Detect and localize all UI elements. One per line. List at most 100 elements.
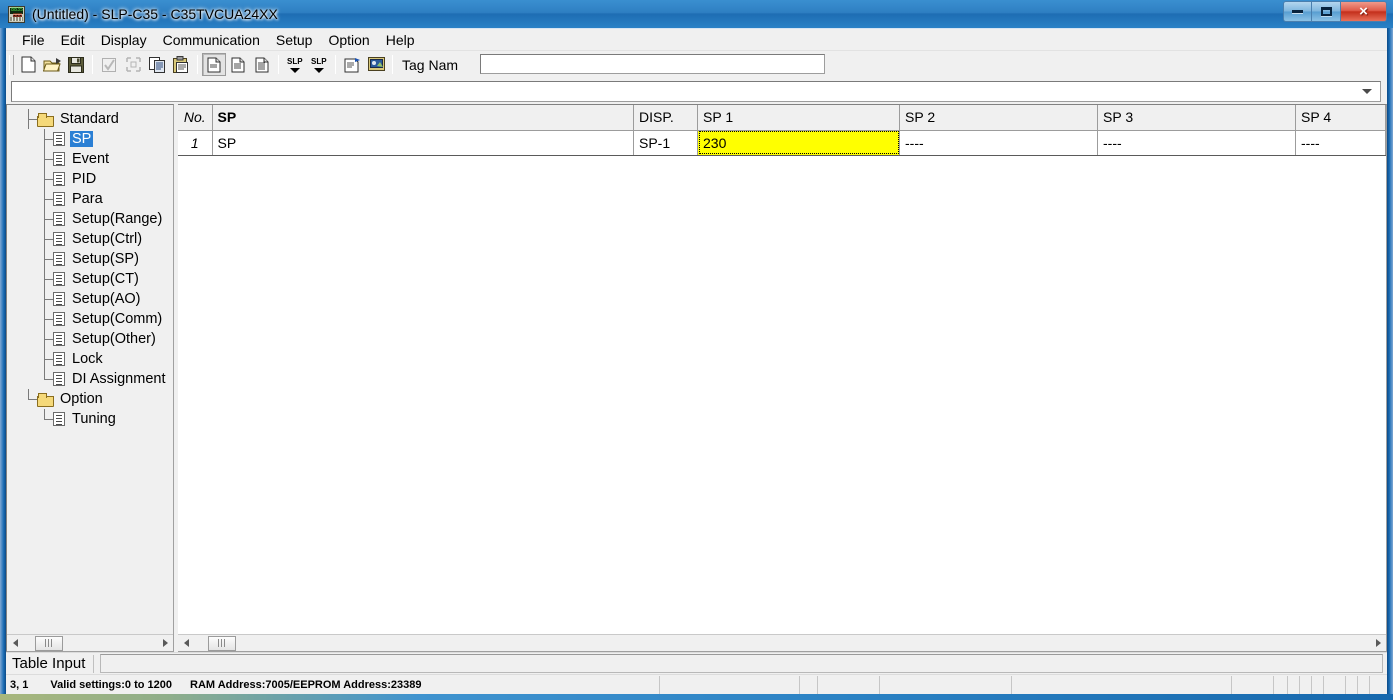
status-pane-8 xyxy=(1287,675,1299,694)
table-header-sp3[interactable]: SP 3 xyxy=(1097,105,1296,131)
document-view-2-button[interactable] xyxy=(226,53,250,76)
table-cell-sp2[interactable]: ---- xyxy=(899,130,1098,156)
table-header-sp1[interactable]: SP 1 xyxy=(697,105,900,131)
slp-upload-button[interactable]: SLP xyxy=(283,53,307,76)
new-file-icon xyxy=(21,56,35,73)
status-message-field xyxy=(100,654,1383,673)
tree-item-standard[interactable]: Standard xyxy=(7,109,173,129)
tree-item-setup-comm[interactable]: Setup(Comm) xyxy=(7,309,173,329)
menu-display[interactable]: Display xyxy=(93,30,155,50)
select-region-button[interactable] xyxy=(121,53,145,76)
minimize-button[interactable] xyxy=(1283,1,1312,22)
menu-communication[interactable]: Communication xyxy=(155,30,268,50)
tree-scroll-right-button[interactable] xyxy=(157,635,173,651)
tree-connector-line xyxy=(21,109,37,129)
close-button[interactable]: × xyxy=(1341,1,1387,22)
tagname-input[interactable] xyxy=(480,54,825,74)
document-icon xyxy=(53,172,65,186)
maximize-button[interactable] xyxy=(1312,1,1341,22)
tree-item-label: PID xyxy=(72,171,97,187)
tree-item-setup-ct[interactable]: Setup(CT) xyxy=(7,269,173,289)
paste-button[interactable] xyxy=(169,53,193,76)
tree-connector-line xyxy=(37,229,53,249)
status-pane-14 xyxy=(1369,675,1387,694)
tree-horizontal-scrollbar[interactable] xyxy=(7,634,173,651)
tree-scroll-thumb[interactable] xyxy=(35,635,63,651)
tree-item-option[interactable]: Option xyxy=(7,389,173,409)
table-horizontal-scrollbar[interactable] xyxy=(178,634,1386,651)
table-row[interactable]: 1 SP SP-1 230 ---- ---- ---- xyxy=(178,129,1386,156)
tree-scroll-track[interactable] xyxy=(23,635,157,651)
status-bar-primary: Table Input xyxy=(6,652,1387,674)
tree-item-tuning[interactable]: Tuning xyxy=(7,409,173,429)
menu-setup[interactable]: Setup xyxy=(268,30,321,50)
tree-item-setup-ctrl[interactable]: Setup(Ctrl) xyxy=(7,229,173,249)
tree-connector-line xyxy=(37,409,53,429)
table-header-sp2[interactable]: SP 2 xyxy=(899,105,1098,131)
tree-item-label: Setup(Ctrl) xyxy=(72,231,143,247)
tree-item-lock[interactable]: Lock xyxy=(7,349,173,369)
status-pane-9 xyxy=(1299,675,1311,694)
table-cell-sp4[interactable]: ---- xyxy=(1295,130,1386,156)
table-scroll-track[interactable] xyxy=(194,635,1370,651)
tree-item-setup-ao[interactable]: Setup(AO) xyxy=(7,289,173,309)
toolbar-grip[interactable] xyxy=(9,54,14,75)
open-file-button[interactable] xyxy=(40,53,64,76)
toolbar-separator-5 xyxy=(392,55,393,74)
tree-item-di-assignment[interactable]: DI Assignment xyxy=(7,369,173,389)
table-header-no[interactable]: No. xyxy=(178,105,213,131)
select-region-icon xyxy=(125,57,141,72)
properties-icon xyxy=(344,57,360,72)
svg-text:SLP: SLP xyxy=(287,57,303,66)
document-icon xyxy=(53,292,65,306)
document-icon xyxy=(53,212,65,226)
table-header-name[interactable]: SP xyxy=(212,105,634,131)
selection-combobox[interactable] xyxy=(11,80,1381,102)
properties-button[interactable] xyxy=(340,53,364,76)
tree-item-pid[interactable]: PID xyxy=(7,169,173,189)
checkmark-icon xyxy=(102,57,116,72)
document-view-3-button[interactable] xyxy=(250,53,274,76)
tree-item-label: Lock xyxy=(72,351,103,367)
tree-item-setup-sp[interactable]: Setup(SP) xyxy=(7,249,173,269)
triangle-right-icon xyxy=(1375,639,1381,647)
table-cell-disp[interactable]: SP-1 xyxy=(633,130,698,156)
tree-item-event[interactable]: Event xyxy=(7,149,173,169)
table-cell-name[interactable]: SP xyxy=(212,130,634,156)
tree-item-para[interactable]: Para xyxy=(7,189,173,209)
data-table-pane: No. SP DISP. SP 1 SP 2 SP 3 SP 4 1 SP SP-1 230 ---… xyxy=(178,104,1387,652)
menu-edit[interactable]: Edit xyxy=(53,30,93,50)
monitor-button[interactable] xyxy=(364,53,388,76)
tree-item-label: Setup(Range) xyxy=(72,211,163,227)
menu-help[interactable]: Help xyxy=(378,30,423,50)
new-file-button[interactable] xyxy=(16,53,40,76)
slp-download-button[interactable]: SLP xyxy=(307,53,331,76)
tree-item-sp[interactable]: SP xyxy=(7,129,173,149)
title-bar[interactable]: (Untitled) - SLP-C35 - C35TVCUA24XX × xyxy=(0,0,1393,28)
status-bar-secondary: 3, 1 Valid settings:0 to 1200 RAM Addres… xyxy=(6,674,1387,694)
table-cell-active-sp1[interactable]: 230 xyxy=(697,129,900,156)
status-valid-settings: Valid settings:0 to 1200 xyxy=(50,678,173,691)
tree-item-label: Standard xyxy=(60,111,119,127)
document-view-1-button[interactable] xyxy=(202,53,226,76)
table-header-disp[interactable]: DISP. xyxy=(633,105,698,131)
menu-option[interactable]: Option xyxy=(320,30,377,50)
tree-item-setup-other[interactable]: Setup(Other) xyxy=(7,329,173,349)
table-cell-no[interactable]: 1 xyxy=(178,130,213,156)
table-header-sp4[interactable]: SP 4 xyxy=(1295,105,1386,131)
window-frame-bottom xyxy=(0,694,1393,700)
tree-scroll-left-button[interactable] xyxy=(7,635,23,651)
slp-download-icon: SLP xyxy=(311,57,327,73)
table-scroll-left-button[interactable] xyxy=(178,635,194,651)
table-scroll-thumb[interactable] xyxy=(208,635,236,651)
tree-connector-line xyxy=(37,209,53,229)
save-file-button[interactable] xyxy=(64,53,88,76)
table-cell-sp3[interactable]: ---- xyxy=(1097,130,1296,156)
table-scroll-right-button[interactable] xyxy=(1370,635,1386,651)
menu-file[interactable]: File xyxy=(14,30,53,50)
copy-button[interactable] xyxy=(145,53,169,76)
check-button[interactable] xyxy=(97,53,121,76)
tree-item-setup-range[interactable]: Setup(Range) xyxy=(7,209,173,229)
tree-connector-line xyxy=(21,389,37,409)
tree-item-label: Setup(Other) xyxy=(72,331,156,347)
